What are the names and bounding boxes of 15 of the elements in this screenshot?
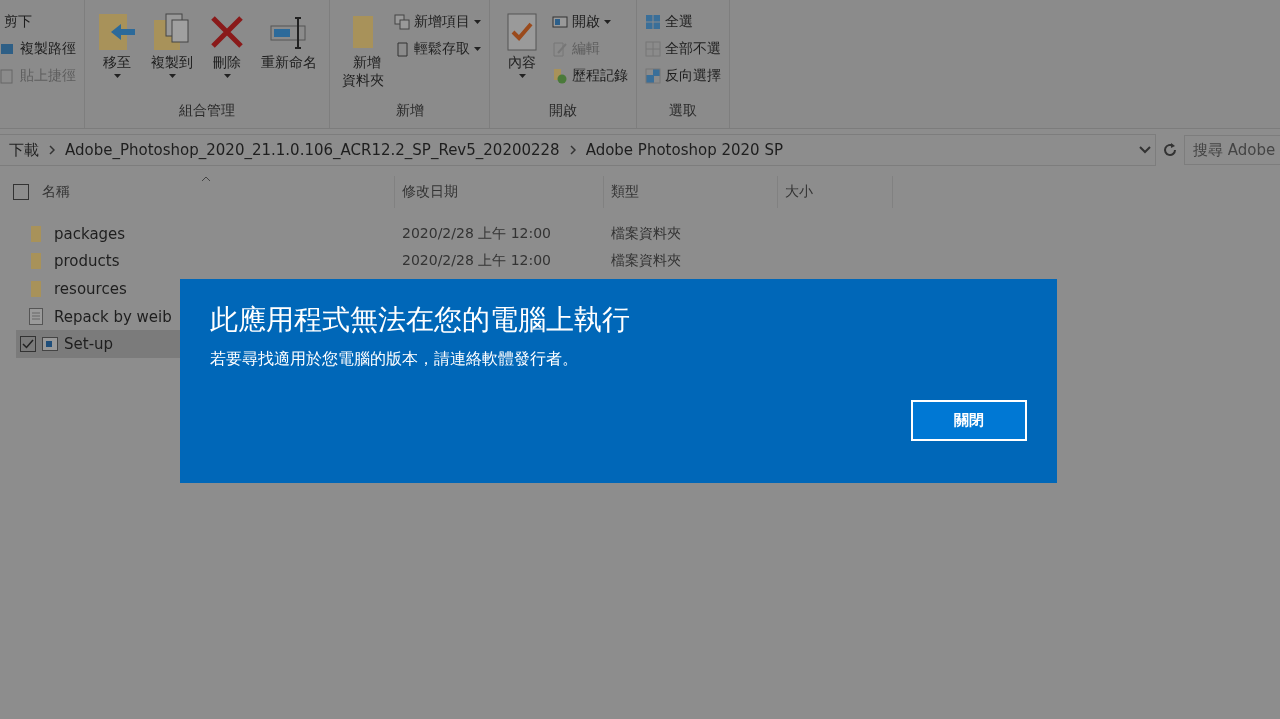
file-name: products: [54, 252, 120, 271]
dialog-title: 此應用程式無法在您的電腦上執行: [210, 302, 631, 338]
date-cell-text: 2020/2/28 上午 12:00: [401, 224, 553, 243]
type-cell-text: 檔案資料夾: [610, 252, 682, 271]
group-label: 選取: [668, 102, 698, 120]
type-cell-text: 檔案資料夾: [610, 224, 682, 243]
group-label: 新增: [394, 102, 425, 120]
file-name: resources: [54, 280, 127, 298]
file-name: Repack by weib: [54, 307, 172, 326]
group-label: 組合管理: [178, 102, 236, 120]
dialog-message: 若要尋找適用於您電腦的版本，請連絡軟體發行者。: [210, 349, 579, 370]
group-label: 開啟: [548, 102, 578, 120]
date-cell-text: 2020/2/28 上午 12:00: [401, 252, 553, 271]
file-name: packages: [54, 224, 126, 243]
file-name: Set-up: [64, 335, 114, 354]
